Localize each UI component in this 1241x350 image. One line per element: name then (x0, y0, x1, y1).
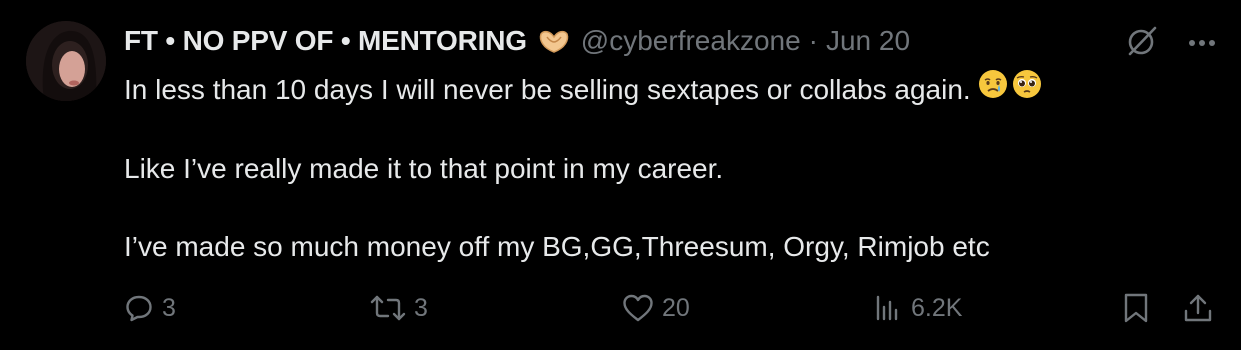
tweet-text: In less than 10 days I will never be sel… (124, 68, 1184, 266)
views-count: 6.2K (911, 293, 963, 322)
avatar[interactable] (26, 21, 106, 101)
pleading-face-icon (1011, 68, 1043, 110)
heart-hands-icon (537, 28, 571, 54)
repost-icon (370, 293, 406, 323)
tweet-emojis (977, 68, 1045, 110)
action-bar: 3 3 20 6.2K (0, 288, 1241, 328)
tweet[interactable]: FT • NO PPV OF • MENTORING @cyberfreakzo… (0, 0, 1241, 350)
top-right-icons (1125, 24, 1217, 63)
like-count: 20 (662, 293, 690, 322)
tweet-line-1-text: In less than 10 days I will never be sel… (124, 73, 971, 105)
repost-button[interactable]: 3 (370, 288, 428, 328)
reply-count: 3 (162, 293, 176, 322)
repost-count: 3 (414, 293, 428, 322)
like-button[interactable]: 20 (622, 288, 690, 328)
display-name[interactable]: FT • NO PPV OF • MENTORING (124, 25, 527, 57)
tweet-header: FT • NO PPV OF • MENTORING @cyberfreakzo… (124, 22, 910, 60)
views-icon (873, 293, 903, 323)
views-button[interactable]: 6.2K (873, 288, 962, 328)
grok-icon[interactable] (1125, 24, 1159, 63)
bookmark-icon (1122, 292, 1150, 324)
tweet-line-2: Like I’ve really made it to that point i… (124, 153, 724, 184)
tweet-line-3: I’ve made so much money off my BG,GG,Thr… (124, 231, 990, 262)
share-button[interactable] (1182, 288, 1214, 328)
tweet-line-1: In less than 10 days I will never be sel… (124, 68, 1184, 110)
like-icon (622, 293, 654, 323)
post-date[interactable]: Jun 20 (826, 25, 910, 57)
separator-dot: · (808, 25, 818, 56)
avatar-image (26, 21, 106, 101)
share-icon (1182, 292, 1214, 324)
crying-face-icon (977, 68, 1009, 110)
reply-icon (124, 293, 154, 323)
handle[interactable]: @cyberfreakzone (581, 25, 801, 57)
bookmark-button[interactable] (1122, 288, 1150, 328)
more-icon[interactable] (1187, 35, 1217, 53)
reply-button[interactable]: 3 (124, 288, 176, 328)
